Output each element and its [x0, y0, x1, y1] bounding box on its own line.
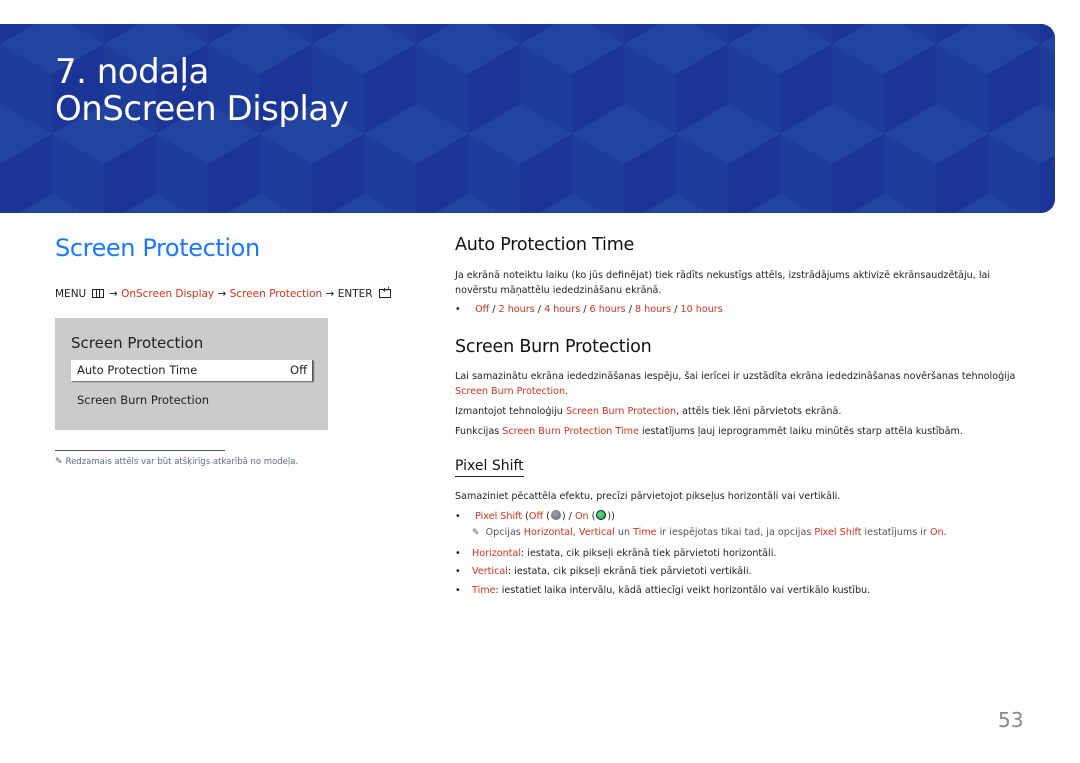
osd-menu-illustration: Screen Protection Auto Protection Time O…	[55, 318, 328, 430]
text: Opcijas	[485, 527, 524, 538]
bullet-icon: •	[455, 511, 461, 522]
osd-item-value: Off	[290, 363, 307, 377]
option-2-hours: 2 hours	[498, 304, 535, 315]
enter-label: ENTER	[337, 288, 373, 300]
auto-protection-options: • Off / 2 hours / 4 hours / 6 hours / 8 …	[455, 303, 723, 317]
term: Time	[472, 585, 496, 596]
text: iestatījums ir	[861, 527, 930, 538]
text: Lai samazinātu ekrāna iededzināšanas ies…	[455, 371, 1016, 382]
chapter-number: 7. nodaļa	[55, 52, 209, 92]
burn-protection-paragraph-1: Lai samazinātu ekrāna iededzināšanas ies…	[455, 369, 1035, 399]
text: , attēls tiek lēni pārvietots ekrānā.	[676, 406, 842, 417]
osd-item-label: Auto Protection Time	[77, 363, 198, 377]
auto-protection-heading: Auto Protection Time	[455, 235, 635, 255]
text: Funkcijas	[455, 426, 503, 437]
pixel-shift-note: ✎ Opcijas Horizontal, Vertical un Time i…	[472, 527, 947, 538]
menu-path-onscreen-display: OnScreen Display	[121, 288, 215, 300]
arrow: →	[217, 288, 227, 300]
pixel-shift-description: Samaziniet pēcattēla efektu, precīzi pār…	[455, 491, 841, 502]
arrow: →	[325, 288, 335, 300]
text: : iestata, cik pikseļi ekrānā tiek pārvi…	[521, 548, 777, 559]
term-screen-burn-protection: Screen Burn Protection	[455, 386, 566, 397]
text: iestatījums ļauj ieprogrammēt laiku minū…	[638, 426, 963, 437]
term-screen-burn-protection-time: Screen Burn Protection Time	[502, 426, 639, 437]
option-6-hours: 6 hours	[589, 304, 626, 315]
osd-item-screen-burn-protection: Screen Burn Protection	[77, 393, 210, 407]
separator: /	[625, 304, 636, 315]
footnote-text: Redzamais attēls var būt atšķirīgs atkar…	[65, 457, 299, 467]
bullet-icon: •	[455, 304, 461, 315]
separator: /	[489, 304, 499, 315]
pixel-shift-heading: Pixel Shift	[455, 458, 524, 477]
enter-icon	[378, 285, 391, 298]
text: .	[943, 527, 947, 538]
pixel-shift-label: Pixel Shift	[475, 511, 523, 522]
bullet-icon: •	[455, 548, 461, 559]
term-screen-burn-protection: Screen Burn Protection	[565, 406, 677, 417]
separator: /	[671, 304, 681, 315]
footnote: ✎ Redzamais attēls var būt atšķirīgs atka…	[55, 457, 298, 467]
term-on: On	[929, 527, 944, 538]
text: ir iespējotas tikai tad, ja opcijas	[656, 527, 815, 538]
term-pixel-shift: Pixel Shift	[814, 527, 862, 538]
option-off: Off	[475, 304, 490, 315]
menu-label: MENU	[55, 288, 87, 300]
arrow: →	[108, 288, 118, 300]
chapter-heading: 7. nodaļa OnScreen Display	[55, 52, 349, 129]
toggle-off-icon	[550, 510, 561, 520]
option-on: On	[574, 511, 589, 522]
menu-icon	[91, 289, 104, 298]
auto-protection-description: Ja ekrānā noteiktu laiku (ko jūs definēj…	[455, 270, 991, 296]
menu-path: MENU → OnScreen Display → Screen Protect…	[55, 285, 391, 300]
pixel-shift-item-time: • Time: iestatiet laika intervālu, kādā a…	[455, 584, 870, 598]
section-title: Screen Protection	[55, 234, 260, 262]
burn-protection-paragraph-2: Izmantojot tehnoloģiju Screen Burn Prote…	[455, 404, 1035, 419]
chapter-banner: 7. nodaļa OnScreen Display	[0, 24, 1055, 213]
manual-page: 7. nodaļa OnScreen Display Screen Protec…	[0, 0, 1080, 763]
text: un	[614, 527, 634, 538]
text: Izmantojot tehnoloģiju	[455, 406, 566, 417]
option-4-hours: 4 hours	[544, 304, 581, 315]
pixel-shift-item-vertical: • Vertical: iestata, cik pikseļi ekrānā t…	[455, 565, 752, 579]
term: Horizontal	[472, 548, 521, 559]
pixel-shift-item-horizontal: • Horizontal: iestata, cik pikseļi ekrānā…	[455, 547, 776, 561]
bullet-icon: •	[455, 566, 461, 577]
toggle-on-icon	[596, 510, 607, 520]
separator: /	[534, 304, 545, 315]
text: .	[565, 386, 569, 397]
bullet-icon: •	[455, 585, 461, 596]
text: : iestatiet laika intervālu, kādā attiec…	[495, 585, 871, 596]
term: Vertical	[472, 566, 508, 577]
term-horizontal: Horizontal	[523, 527, 573, 538]
pencil-icon: ✎	[55, 457, 63, 467]
page-number: 53	[998, 708, 1024, 732]
osd-title: Screen Protection	[71, 334, 204, 352]
separator: /	[580, 304, 590, 315]
burn-protection-paragraph-3: Funkcijas Screen Burn Protection Time ie…	[455, 424, 1035, 439]
option-off: Off	[528, 511, 544, 522]
text: : iestata, cik pikseļi ekrānā tiek pārvi…	[507, 566, 752, 577]
term-vertical: Vertical	[578, 527, 615, 538]
chapter-title: OnScreen Display	[55, 89, 349, 129]
menu-path-screen-protection: Screen Protection	[229, 288, 323, 300]
pixel-shift-toggle-options: • Pixel Shift (Off () / On ())	[455, 510, 615, 522]
burn-protection-heading: Screen Burn Protection	[455, 337, 652, 357]
osd-item-auto-protection-time: Auto Protection Time Off	[71, 360, 313, 381]
term-time: Time	[633, 527, 657, 538]
pencil-icon: ✎	[472, 528, 480, 538]
option-10-hours: 10 hours	[680, 304, 723, 315]
option-8-hours: 8 hours	[635, 304, 672, 315]
footnote-divider	[55, 450, 225, 451]
